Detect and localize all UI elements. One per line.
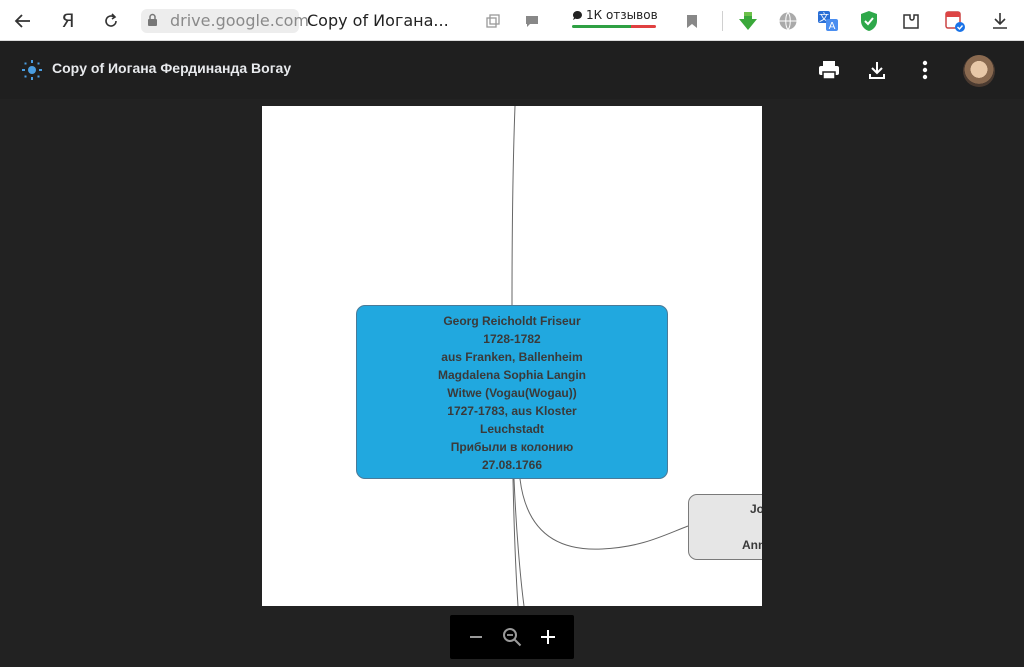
family-node-side[interactable]: Jo Ann (688, 494, 762, 560)
address-domain[interactable]: drive.google.com (170, 11, 309, 30)
more-vert-icon[interactable] (912, 57, 938, 83)
globe-icon[interactable] (775, 8, 801, 34)
shield-icon[interactable] (856, 8, 882, 34)
zoom-in-icon[interactable] (533, 622, 563, 652)
node-line: Leuchstadt (479, 422, 544, 436)
family-node-main[interactable]: Georg Reicholdt Friseur 1728-1782 aus Fr… (356, 305, 668, 479)
tab-title[interactable]: Copy of Иогана... (307, 11, 449, 30)
calendar-icon[interactable] (942, 8, 968, 34)
bookmark-icon[interactable] (679, 8, 705, 34)
zoom-out-icon[interactable] (461, 622, 491, 652)
node-line: Magdalena Sophia Langin (437, 368, 586, 382)
reviews-label: 1К отзывов (586, 8, 658, 22)
download-ext-icon[interactable] (735, 8, 761, 34)
browser-toolbar: Я drive.google.com Copy of Иогана... 1К … (0, 0, 1024, 41)
lock-icon (148, 13, 157, 26)
yandex-icon[interactable]: Я (55, 8, 81, 34)
svg-text:A: A (829, 21, 836, 32)
viewer-header: Copy of Иогана Фердинанда Вогау (0, 41, 1024, 99)
zoom-toolbar (450, 615, 574, 659)
document-title: Copy of Иогана Фердинанда Вогау (52, 60, 292, 76)
tab-switch-icon[interactable] (480, 8, 506, 34)
node-line: 27.08.1766 (481, 458, 543, 472)
chat-bubble-icon (573, 10, 582, 20)
download-icon[interactable] (864, 57, 890, 83)
drawio-icon (21, 59, 43, 81)
node-line: 1728-1782 (483, 332, 541, 346)
download-icon[interactable] (987, 8, 1013, 34)
translate-icon[interactable]: 文A (815, 8, 841, 34)
reviews-rating-bar (572, 25, 656, 28)
back-icon[interactable] (10, 8, 36, 34)
toolbar-divider (722, 11, 723, 31)
reload-icon[interactable] (98, 8, 124, 34)
extension-icon[interactable] (898, 8, 924, 34)
node-line: Прибыли в колонию (450, 440, 574, 454)
zoom-reset-icon[interactable] (497, 622, 527, 652)
print-icon[interactable] (816, 57, 842, 83)
document-page: Georg Reicholdt Friseur 1728-1782 aus Fr… (262, 106, 762, 606)
reviews-widget[interactable]: 1К отзывов (572, 8, 658, 22)
side-node-line: Ann (742, 538, 762, 552)
comment-icon[interactable] (519, 8, 545, 34)
node-line: 1727-1783, aus Kloster (447, 404, 577, 418)
node-text: Georg Reicholdt Friseur 1728-1782 aus Fr… (357, 312, 667, 474)
side-node-line: Jo (750, 502, 762, 516)
node-line: aus Franken, Ballenheim (441, 350, 583, 364)
node-line: Witwe (Vogau(Wogau)) (447, 386, 577, 400)
avatar[interactable] (963, 55, 995, 87)
node-line: Georg Reicholdt Friseur (443, 314, 581, 328)
